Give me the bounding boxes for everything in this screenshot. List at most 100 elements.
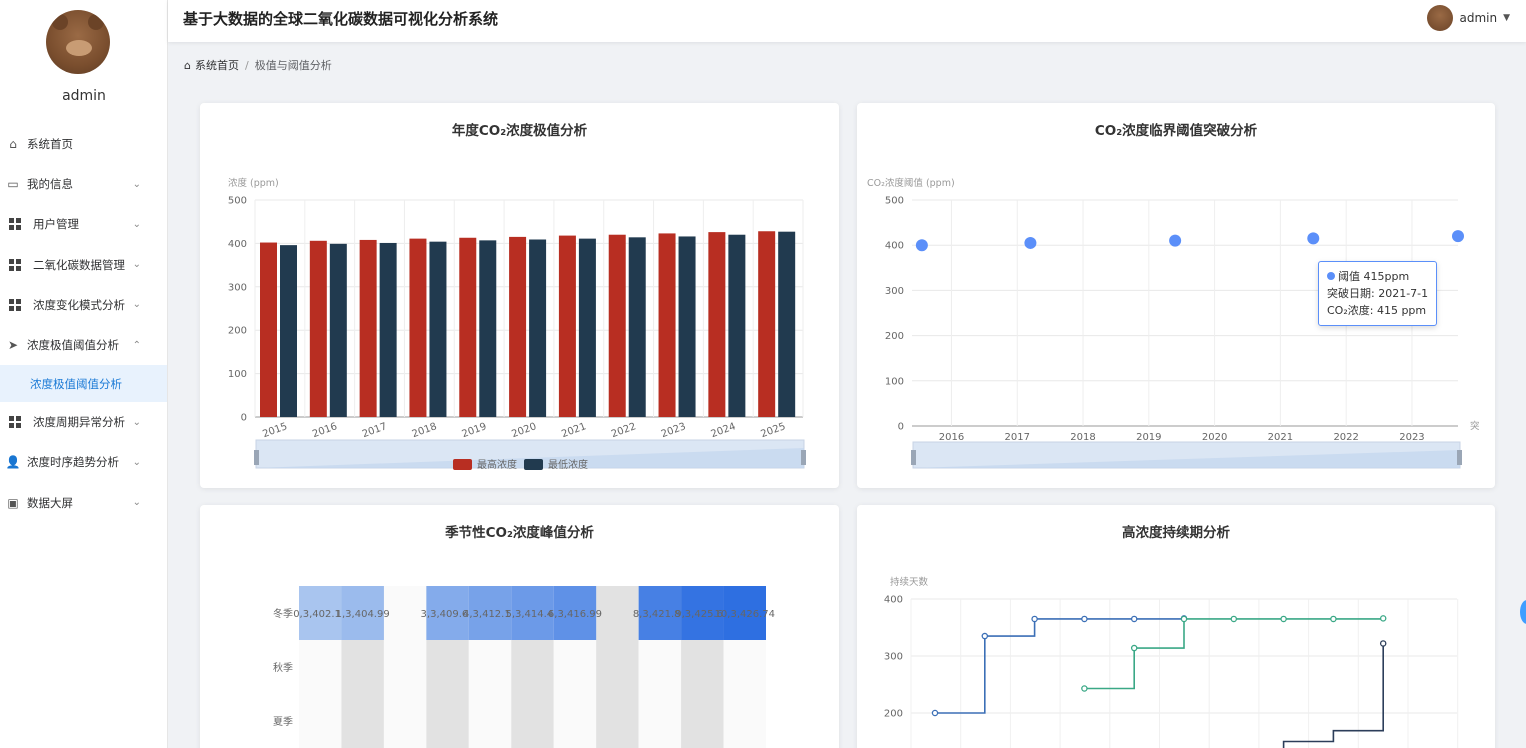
heatmap-bg-cell	[596, 640, 639, 694]
heatmap-bg-cell	[299, 640, 342, 694]
card-icon: ▭	[7, 177, 19, 192]
bar	[708, 232, 726, 417]
floating-action-button[interactable]	[1520, 600, 1526, 624]
breadcrumb: ⌂ 系统首页 / 极值与阈值分析	[184, 57, 332, 73]
y-tick-label: 0	[898, 422, 904, 433]
grid-icon	[9, 218, 21, 231]
x-tick-label: 2024	[710, 421, 738, 440]
avatar	[1427, 5, 1454, 31]
y-tick-label: 100	[885, 376, 904, 387]
top-header: 基于大数据的全球二氧化碳数据可视化分析系统 admin ▼	[168, 0, 1526, 42]
y-tick-label: 400	[884, 595, 903, 606]
header-username: admin	[1459, 11, 1498, 25]
datazoom-handle-left	[911, 450, 916, 465]
sidebar-item[interactable]: ▣ 数据大屏 ⌄	[0, 483, 167, 523]
bar	[329, 243, 347, 417]
chevron-up-icon: ⌃	[132, 339, 141, 351]
x-tick-label: 2017	[361, 421, 389, 440]
sidebar-subitem-active[interactable]: 浓度极值阈值分析	[0, 365, 167, 403]
sidebar-item[interactable]: 用户管理 ⌄	[0, 204, 167, 244]
sidebar-item[interactable]: ▭ 我的信息 ⌄	[0, 164, 167, 204]
sidebar-item-label: 浓度时序趋势分析	[27, 455, 119, 470]
sidebar-item[interactable]: 浓度周期异常分析 ⌄	[0, 402, 167, 442]
heatmap-bg-cell	[723, 694, 766, 748]
series-point	[1130, 615, 1138, 623]
avatar[interactable]	[46, 10, 110, 74]
y-tick-label: 0	[241, 413, 247, 424]
series-dot-icon	[1327, 272, 1335, 280]
user-icon: 👤	[5, 455, 21, 470]
sidebar-item[interactable]: ➤ 浓度极值阈值分析 ⌃	[0, 325, 167, 365]
x-tick-label: 2022	[610, 421, 638, 440]
x-tick-label: 2018	[1070, 432, 1095, 443]
sidebar-item-label: 我的信息	[27, 177, 73, 192]
y-axis-label: CO₂浓度阈值 (ppm)	[867, 177, 955, 189]
bar	[359, 239, 377, 417]
tooltip-line: 突破日期: 2021-7-1	[1327, 287, 1429, 300]
bar	[608, 234, 626, 417]
chevron-down-icon: ⌄	[132, 178, 141, 190]
y-tick-label: 400	[885, 241, 904, 252]
bar	[429, 241, 447, 417]
bar	[479, 240, 497, 417]
heatmap-bg-cell	[299, 694, 342, 748]
y-tick-label: 300	[884, 652, 903, 663]
high-duration-chart[interactable]: 持续天数 200 300 400	[857, 505, 1495, 748]
heatmap-bg-cell	[723, 640, 766, 694]
chevron-down-icon: ⌄	[132, 259, 141, 271]
annual-extreme-card: 年度CO₂浓度极值分析 浓度 (ppm) 0 100 200 300 400 500 2015…	[200, 103, 839, 488]
series-point	[1330, 615, 1337, 623]
series-point	[1280, 615, 1287, 623]
home-icon: ⌂	[9, 137, 17, 152]
chevron-down-icon: ⌄	[132, 299, 141, 311]
sidebar-item[interactable]: 二氧化碳数据管理 ⌄	[0, 245, 167, 285]
heatmap-bg-cell	[426, 640, 469, 694]
sidebar-item[interactable]: ⌂ 系统首页	[0, 124, 167, 164]
seasonal-peak-chart[interactable]: 冬季秋季夏季0,3,402.171,3,404.99 3,3,409.644,3,…	[200, 505, 839, 748]
heatmap-bg-cell	[553, 694, 597, 748]
legend-swatch	[524, 459, 543, 470]
heatmap-bg-cell	[468, 640, 512, 694]
breadcrumb-home[interactable]: 系统首页	[195, 57, 239, 73]
scatter-point	[1307, 232, 1320, 245]
series-point	[1081, 685, 1088, 692]
x-tick-label: 2023	[660, 421, 688, 440]
sidebar-username: admin	[62, 88, 106, 104]
series-point	[1081, 615, 1088, 623]
breadcrumb-separator: /	[244, 58, 249, 72]
bar	[379, 242, 397, 417]
sidebar-menu: ⌂ 系统首页 ▭ 我的信息 ⌄ 用户管理 ⌄ 二氧化碳数据管理 ⌄ 浓度变化模式分析 ⌄ ➤ 浓度极值阈…	[0, 124, 167, 523]
sidebar-item[interactable]: 👤 浓度时序趋势分析 ⌄	[0, 442, 167, 482]
y-axis-label: 浓度 (ppm)	[228, 177, 279, 189]
datazoom-handle-left	[254, 450, 259, 465]
app-title: 基于大数据的全球二氧化碳数据可视化分析系统	[183, 10, 499, 28]
series-point	[1031, 615, 1038, 623]
heatmap-bg-cell	[383, 694, 427, 748]
bar	[678, 236, 696, 417]
chart-icon: ▣	[7, 495, 19, 510]
datazoom-handle-right	[1457, 450, 1462, 465]
annual-extreme-chart[interactable]: 浓度 (ppm) 0 100 200 300 400 500 2015 2016 2017 2018…	[200, 103, 839, 488]
heatmap-bg-cell	[553, 640, 597, 694]
bar	[509, 236, 527, 417]
x-tick-label: 2020	[510, 421, 538, 440]
heatmap-bg-cell	[468, 694, 512, 748]
bar	[409, 238, 427, 417]
seasonal-peak-card: 季节性CO₂浓度峰值分析 冬季 秋季 夏季 0,3,402.17 1,3,404.99 3…	[200, 505, 839, 748]
legend-label: 最高浓度	[477, 458, 517, 471]
y-tick-label: 300	[885, 286, 904, 297]
user-dropdown[interactable]: admin ▼	[1427, 5, 1510, 31]
heatmap-bg-cell	[341, 640, 384, 694]
sidebar-item[interactable]: 浓度变化模式分析 ⌄	[0, 285, 167, 325]
x-tick-label: 2020	[1202, 432, 1227, 443]
bar	[658, 233, 676, 417]
heatmap-bg-cell	[596, 694, 639, 748]
bar	[778, 231, 796, 417]
chevron-down-icon: ⌄	[132, 497, 141, 509]
tooltip-line: CO₂浓度: 415 ppm	[1327, 304, 1427, 317]
heatmap-bg-cell	[638, 694, 682, 748]
apps-icon	[9, 416, 21, 429]
sidebar-item-label: 浓度周期异常分析	[33, 415, 125, 430]
series-line	[935, 618, 1185, 714]
series-point	[931, 709, 939, 717]
